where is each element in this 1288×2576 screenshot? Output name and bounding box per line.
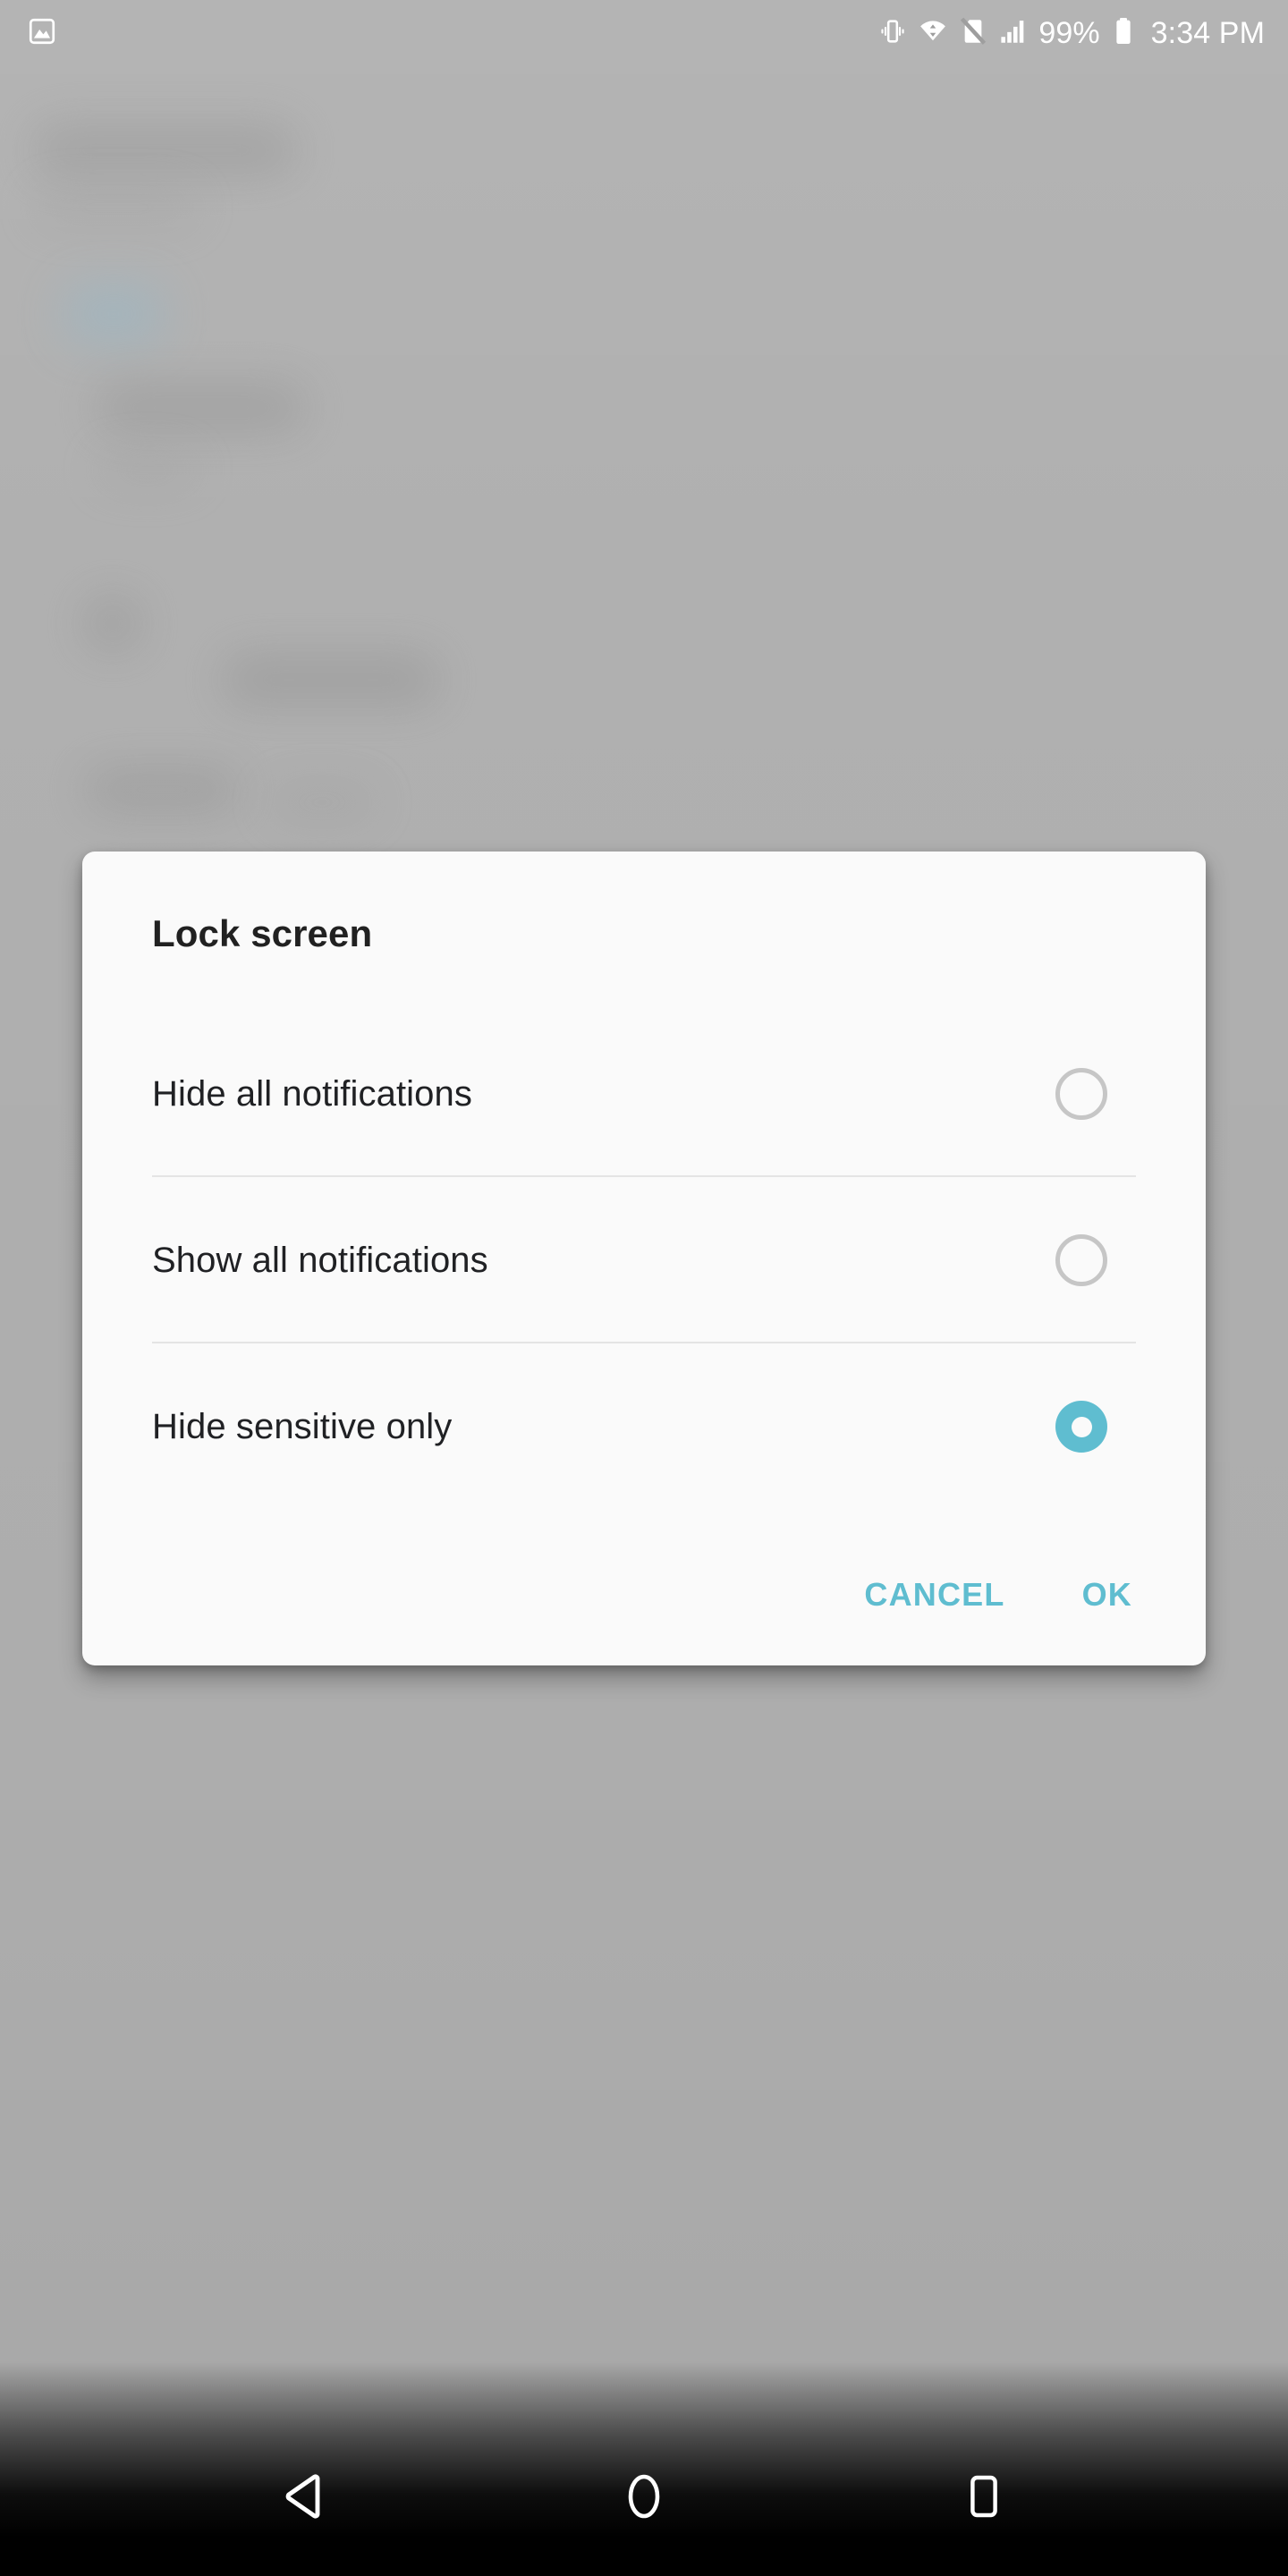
no-sim-icon	[958, 16, 988, 51]
status-bar-right: 99% 3:34 PM	[877, 16, 1265, 51]
home-circle-icon	[618, 2470, 670, 2525]
option-label: Hide all notifications	[152, 1073, 472, 1114]
radio-show-all-notifications[interactable]	[1055, 1234, 1107, 1286]
status-bar-left	[27, 16, 57, 51]
signal-bars-icon	[998, 16, 1029, 51]
clock-label: 3:34 PM	[1150, 16, 1265, 50]
recents-button[interactable]	[930, 2444, 1038, 2551]
navigation-bar	[0, 2361, 1288, 2576]
option-hide-all-notifications[interactable]: Hide all notifications	[82, 1011, 1206, 1177]
home-button[interactable]	[590, 2444, 698, 2551]
photo-icon	[27, 16, 57, 51]
radio-hide-all-notifications[interactable]	[1055, 1068, 1107, 1120]
dialog-title: Lock screen	[152, 912, 373, 954]
phone-screen: 99% 3:34 PM Lock screen Hide all notific…	[0, 0, 1288, 2576]
ok-button[interactable]: OK	[1077, 1563, 1138, 1626]
battery-percent-label: 99%	[1038, 16, 1100, 50]
dialog-action-bar: CANCEL OK	[859, 1524, 1138, 1665]
battery-icon	[1110, 16, 1137, 51]
wifi-icon	[918, 16, 948, 51]
option-label: Hide sensitive only	[152, 1406, 453, 1446]
recents-square-icon	[959, 2471, 1009, 2524]
notification-visibility-options: Hide all notifications Show all notifica…	[82, 1011, 1206, 1510]
option-label: Show all notifications	[152, 1240, 488, 1280]
back-triangle-icon	[276, 2469, 332, 2527]
vibrate-icon	[877, 16, 908, 51]
option-hide-sensitive-only[interactable]: Hide sensitive only	[82, 1343, 1206, 1510]
back-button[interactable]	[250, 2444, 358, 2551]
radio-hide-sensitive-only[interactable]	[1055, 1401, 1107, 1453]
cancel-button[interactable]: CANCEL	[859, 1563, 1010, 1626]
option-show-all-notifications[interactable]: Show all notifications	[82, 1177, 1206, 1343]
lock-screen-dialog: Lock screen Hide all notifications Show …	[82, 852, 1206, 1665]
status-bar: 99% 3:34 PM	[0, 0, 1288, 66]
